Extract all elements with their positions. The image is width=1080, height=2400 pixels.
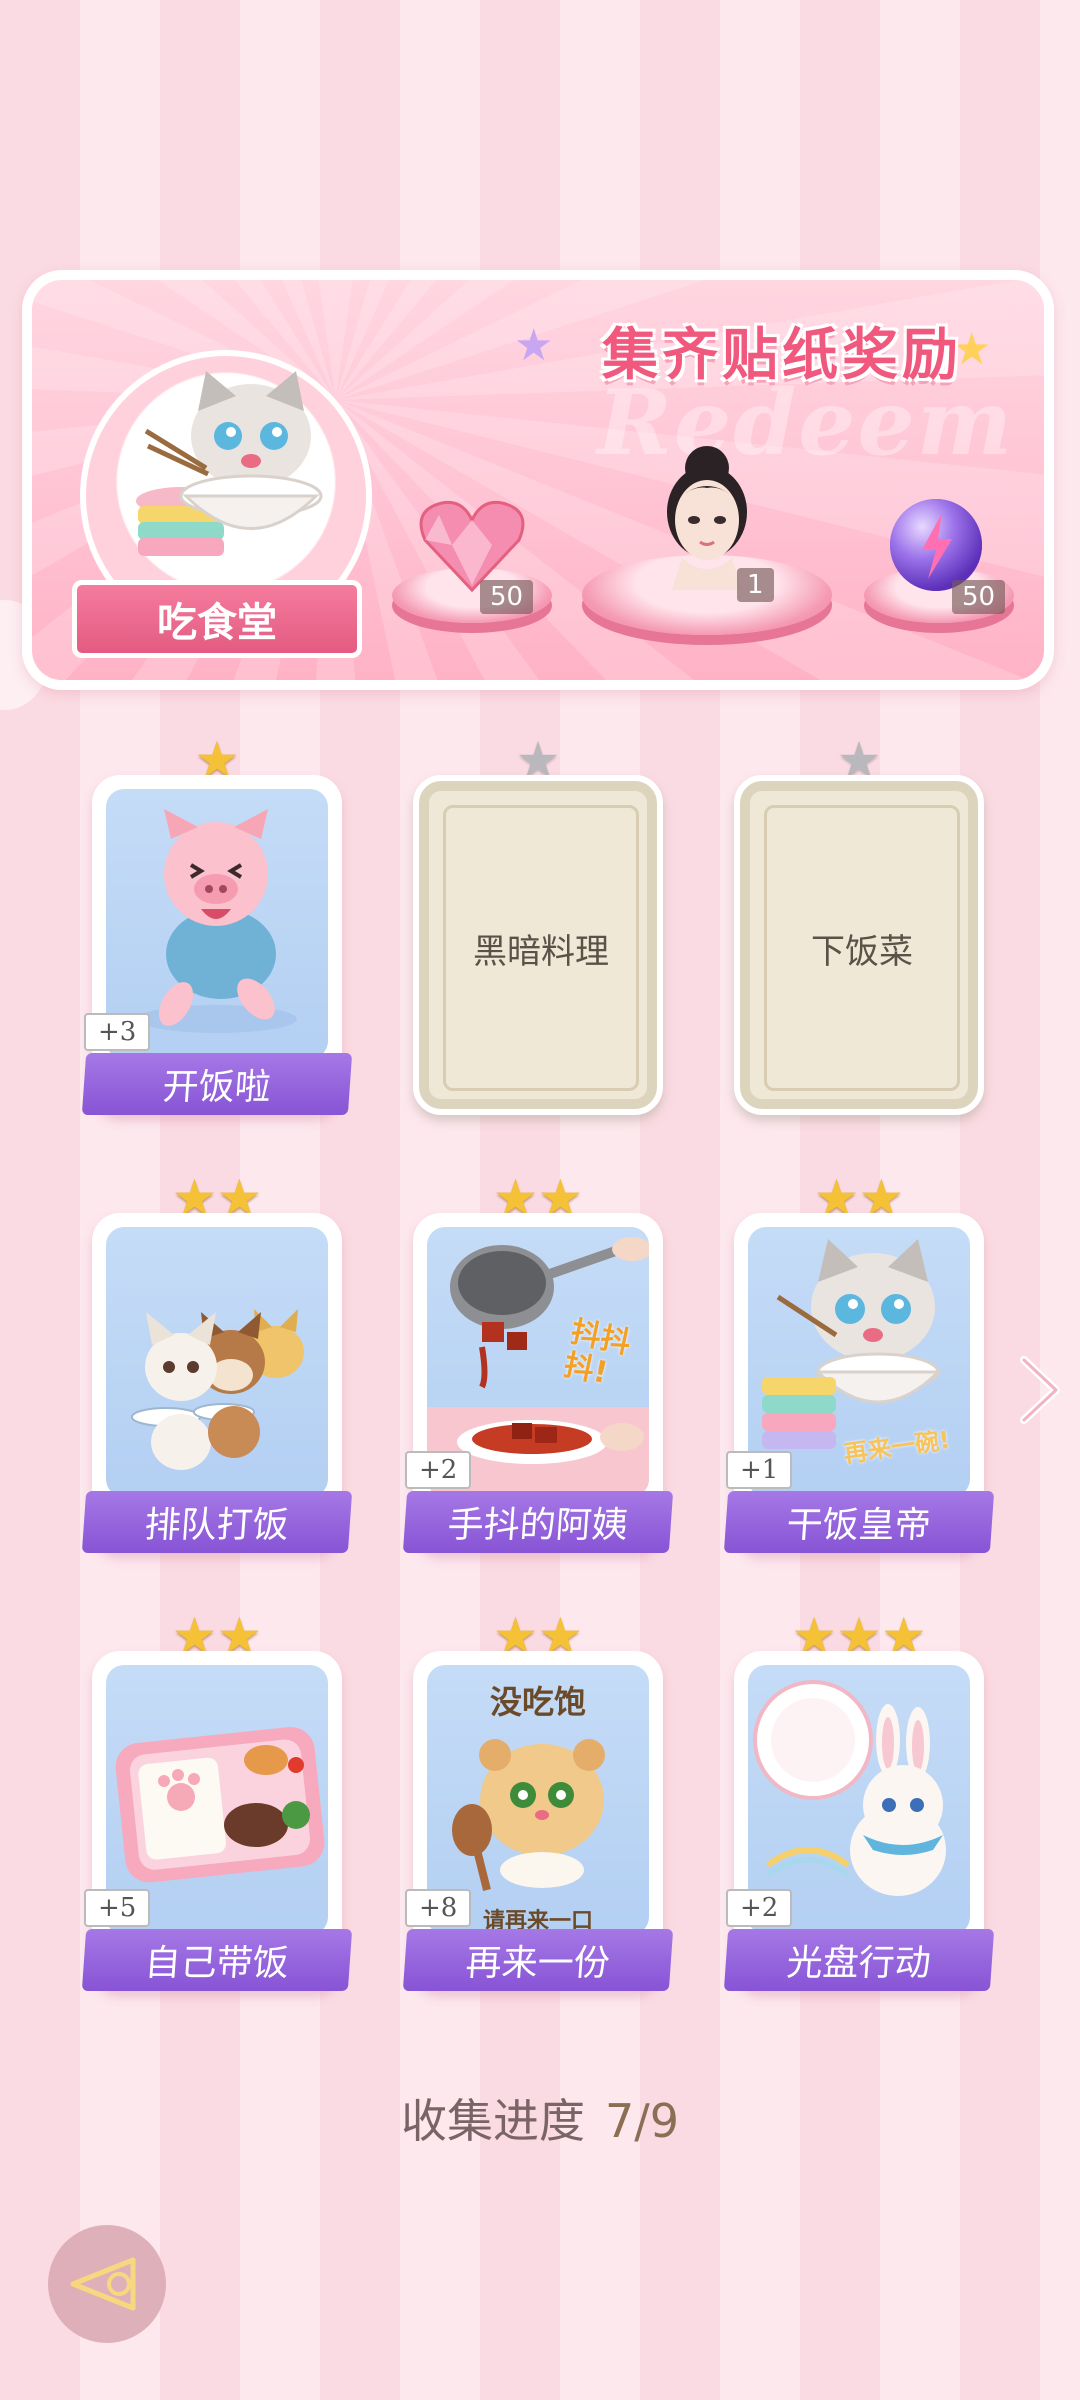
sticker-card-locked[interactable]: ★ 下饭菜 [734,735,984,1115]
card-name: 手抖的阿姨 [402,1491,674,1553]
reward-count: 1 [737,568,774,602]
banner-title: 集齐贴纸奖励 [602,322,962,388]
sticker-card[interactable]: ★★ 再来一碗! +1 干饭皇帝 [723,1173,995,1553]
card-bonus: +5 [84,1889,151,1927]
sticker-card-locked[interactable]: ★ 黑暗料理 [413,735,663,1115]
reward-count: 50 [952,580,1006,614]
card-name: 下饭菜 [764,805,960,1091]
card-name: 干饭皇帝 [723,1491,995,1553]
art-caption: 没吃饱 [489,1683,586,1721]
card-bonus: +1 [726,1451,793,1489]
back-button[interactable] [48,2225,166,2343]
animals-queue-icon [131,1309,304,1470]
reward-banner: Redeem ★ ★ 集齐贴纸奖励 吃食堂 50 1 50 [22,270,1054,690]
card-bonus: +2 [405,1451,472,1489]
banner-title-wrap: 集齐贴纸奖励 [572,310,992,390]
card-name: 光盘行动 [723,1929,995,1991]
card-name: 黑暗料理 [443,805,639,1091]
card-bonus: +3 [84,1013,151,1051]
sticker-card[interactable]: ★★ 没吃饱 请再来一口 +8 再来一份 [402,1611,674,1991]
card-name: 再来一份 [402,1929,674,1991]
sticker-card[interactable]: ★ +3 开饭啦 [81,735,353,1115]
card-art [106,1227,328,1497]
progress-value: 7/9 [604,2094,680,2148]
card-bonus: +8 [405,1889,472,1927]
sticker-card[interactable]: ★★ 抖抖抖! +2 手抖的阿姨 [402,1173,674,1553]
sticker-card[interactable]: ★★ 排队打饭 [81,1173,353,1553]
card-bonus: +2 [726,1889,793,1927]
back-arrow-icon [70,2257,136,2311]
sticker-card[interactable]: ★★ +5 自己带饭 [81,1611,353,1991]
art-caption: 抖抖抖! [560,1314,634,1392]
progress-label: 收集进度 [400,2094,585,2148]
card-name: 自己带饭 [81,1929,353,1991]
collection-progress: 收集进度 7/9 [0,2085,1080,2151]
reward-count: 50 [480,580,534,614]
card-name: 开饭啦 [81,1053,353,1115]
card-name: 排队打饭 [81,1491,353,1553]
album-label: 吃食堂 [72,580,362,658]
chevron-right-icon[interactable] [1010,1350,1070,1430]
star-sparkle-icon: ★ [514,320,554,371]
sticker-card[interactable]: ★★★ +2 光盘行动 [723,1611,995,1991]
